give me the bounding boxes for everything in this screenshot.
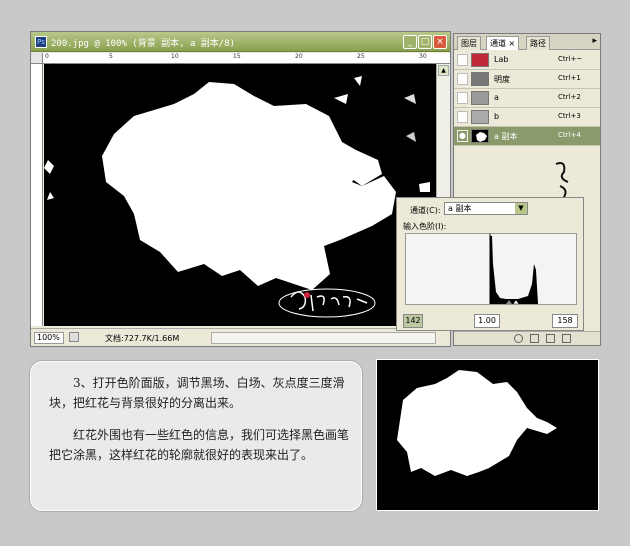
ruler-tick: 10 (171, 53, 179, 60)
levels-dialog: 通道(C): a 副本 ▼ 输入色阶(I): 142 1.00 158 (396, 197, 584, 331)
gamma-input[interactable]: 1.00 (474, 314, 500, 328)
ruler-tick: 20 (295, 53, 303, 60)
caption-box: 3、打开色阶面版，调节黑场、白场、灰点度三度滑块，把红花与背景很好的分离出来。 … (30, 361, 362, 511)
visibility-toggle[interactable] (457, 54, 468, 66)
ruler-origin[interactable] (31, 53, 43, 64)
new-channel-icon[interactable] (546, 334, 555, 343)
save-selection-icon[interactable] (530, 334, 539, 343)
channel-thumbnail (471, 72, 489, 86)
document-titlebar[interactable]: Ps 200.jpg @ 100% (背景 副本, a 副本/8) _ □ × (31, 32, 450, 52)
channel-name: b (494, 112, 500, 121)
channel-name: Lab (494, 55, 509, 64)
minimize-button[interactable]: _ (403, 35, 417, 49)
photoshop-icon: Ps (35, 36, 47, 48)
channel-name: a (494, 93, 499, 102)
channel-shortcut: Ctrl+2 (558, 93, 581, 101)
document-title: 200.jpg @ 100% (背景 副本, a 副本/8) (51, 39, 236, 49)
channel-shortcut: Ctrl+4 (558, 131, 581, 139)
close-button[interactable]: × (433, 35, 447, 49)
caption-paragraph-1: 3、打开色阶面版，调节黑场、白场、灰点度三度滑块，把红花与背景很好的分离出来。 (49, 376, 345, 410)
channel-label: 通道(C): (410, 206, 441, 215)
caption-paragraph-2: 红花外围也有一些红色的信息，我们可选择黑色画笔把它涂黑，这样红花的轮廓就很好的表… (49, 428, 350, 462)
maximize-button[interactable]: □ (418, 35, 432, 49)
channel-row-a-copy[interactable]: ● a 副本 Ctrl+4 (454, 127, 600, 146)
thumbnail-shape (476, 132, 487, 142)
channel-row-b[interactable]: b Ctrl+3 (454, 108, 600, 127)
channel-name: a 副本 (494, 132, 518, 141)
ruler-tick: 5 (109, 53, 113, 60)
channel-select[interactable]: a 副本 ▼ (444, 202, 528, 215)
ruler-tick: 0 (45, 53, 49, 60)
channel-shortcut: Ctrl+3 (558, 112, 581, 120)
delete-channel-icon[interactable] (562, 334, 571, 343)
preview-flower (397, 370, 557, 476)
horizontal-ruler[interactable]: 0 5 10 15 20 25 30 (43, 53, 450, 64)
chevron-down-icon[interactable]: ▼ (515, 203, 527, 214)
channel-thumbnail (471, 129, 489, 143)
channel-row-lightness[interactable]: 明度 Ctrl+1 (454, 70, 600, 89)
channel-row-lab[interactable]: Lab Ctrl+~ (454, 51, 600, 70)
tab-channels-label: 通道 (490, 39, 506, 48)
visibility-toggle[interactable] (457, 92, 468, 104)
channel-select-value: a 副本 (448, 204, 472, 213)
status-menu-icon[interactable] (69, 332, 79, 342)
histogram-graph (489, 234, 538, 305)
result-preview-image (376, 359, 599, 511)
ruler-tick: 30 (419, 53, 427, 60)
channel-shortcut: Ctrl+1 (558, 74, 581, 82)
visibility-toggle[interactable] (457, 73, 468, 85)
channel-thumbnail (471, 91, 489, 105)
input-levels-label: 输入色阶(I): (403, 222, 447, 231)
scroll-up-arrow-icon[interactable]: ▲ (438, 65, 449, 76)
vertical-ruler[interactable] (31, 64, 43, 326)
tab-paths[interactable]: 路径 (526, 36, 550, 50)
panel-tabs: 图层 通道 × 路径 ▸ (454, 34, 600, 50)
status-bar: 100% 文档:727.7K/1.66M (31, 328, 450, 346)
panel-menu-icon[interactable]: ▸ (592, 36, 597, 46)
channel-shortcut: Ctrl+~ (558, 55, 583, 63)
eye-icon[interactable]: ● (457, 130, 468, 142)
visibility-toggle[interactable] (457, 111, 468, 123)
tab-channels[interactable]: 通道 × (486, 36, 520, 50)
panel-footer (454, 331, 600, 345)
channel-thumbnail (471, 53, 489, 67)
document-size: 文档:727.7K/1.66M (105, 334, 180, 343)
channel-row-a[interactable]: a Ctrl+2 (454, 89, 600, 108)
document-window: Ps 200.jpg @ 100% (背景 副本, a 副本/8) _ □ × … (30, 31, 451, 347)
zoom-field[interactable]: 100% (34, 332, 64, 344)
ruler-tick: 25 (357, 53, 365, 60)
load-selection-icon[interactable] (514, 334, 523, 343)
channel-thumbnail (471, 110, 489, 124)
white-point-input[interactable]: 158 (552, 314, 578, 328)
close-icon[interactable]: × (509, 39, 516, 48)
horizontal-scrollbar[interactable] (211, 332, 436, 344)
ruler-tick: 15 (233, 53, 241, 60)
histogram (405, 233, 577, 305)
artist-signature (278, 288, 376, 318)
black-point-input[interactable]: 142 (403, 314, 423, 328)
channel-name: 明度 (494, 75, 510, 84)
tab-layers[interactable]: 图层 (457, 36, 481, 50)
